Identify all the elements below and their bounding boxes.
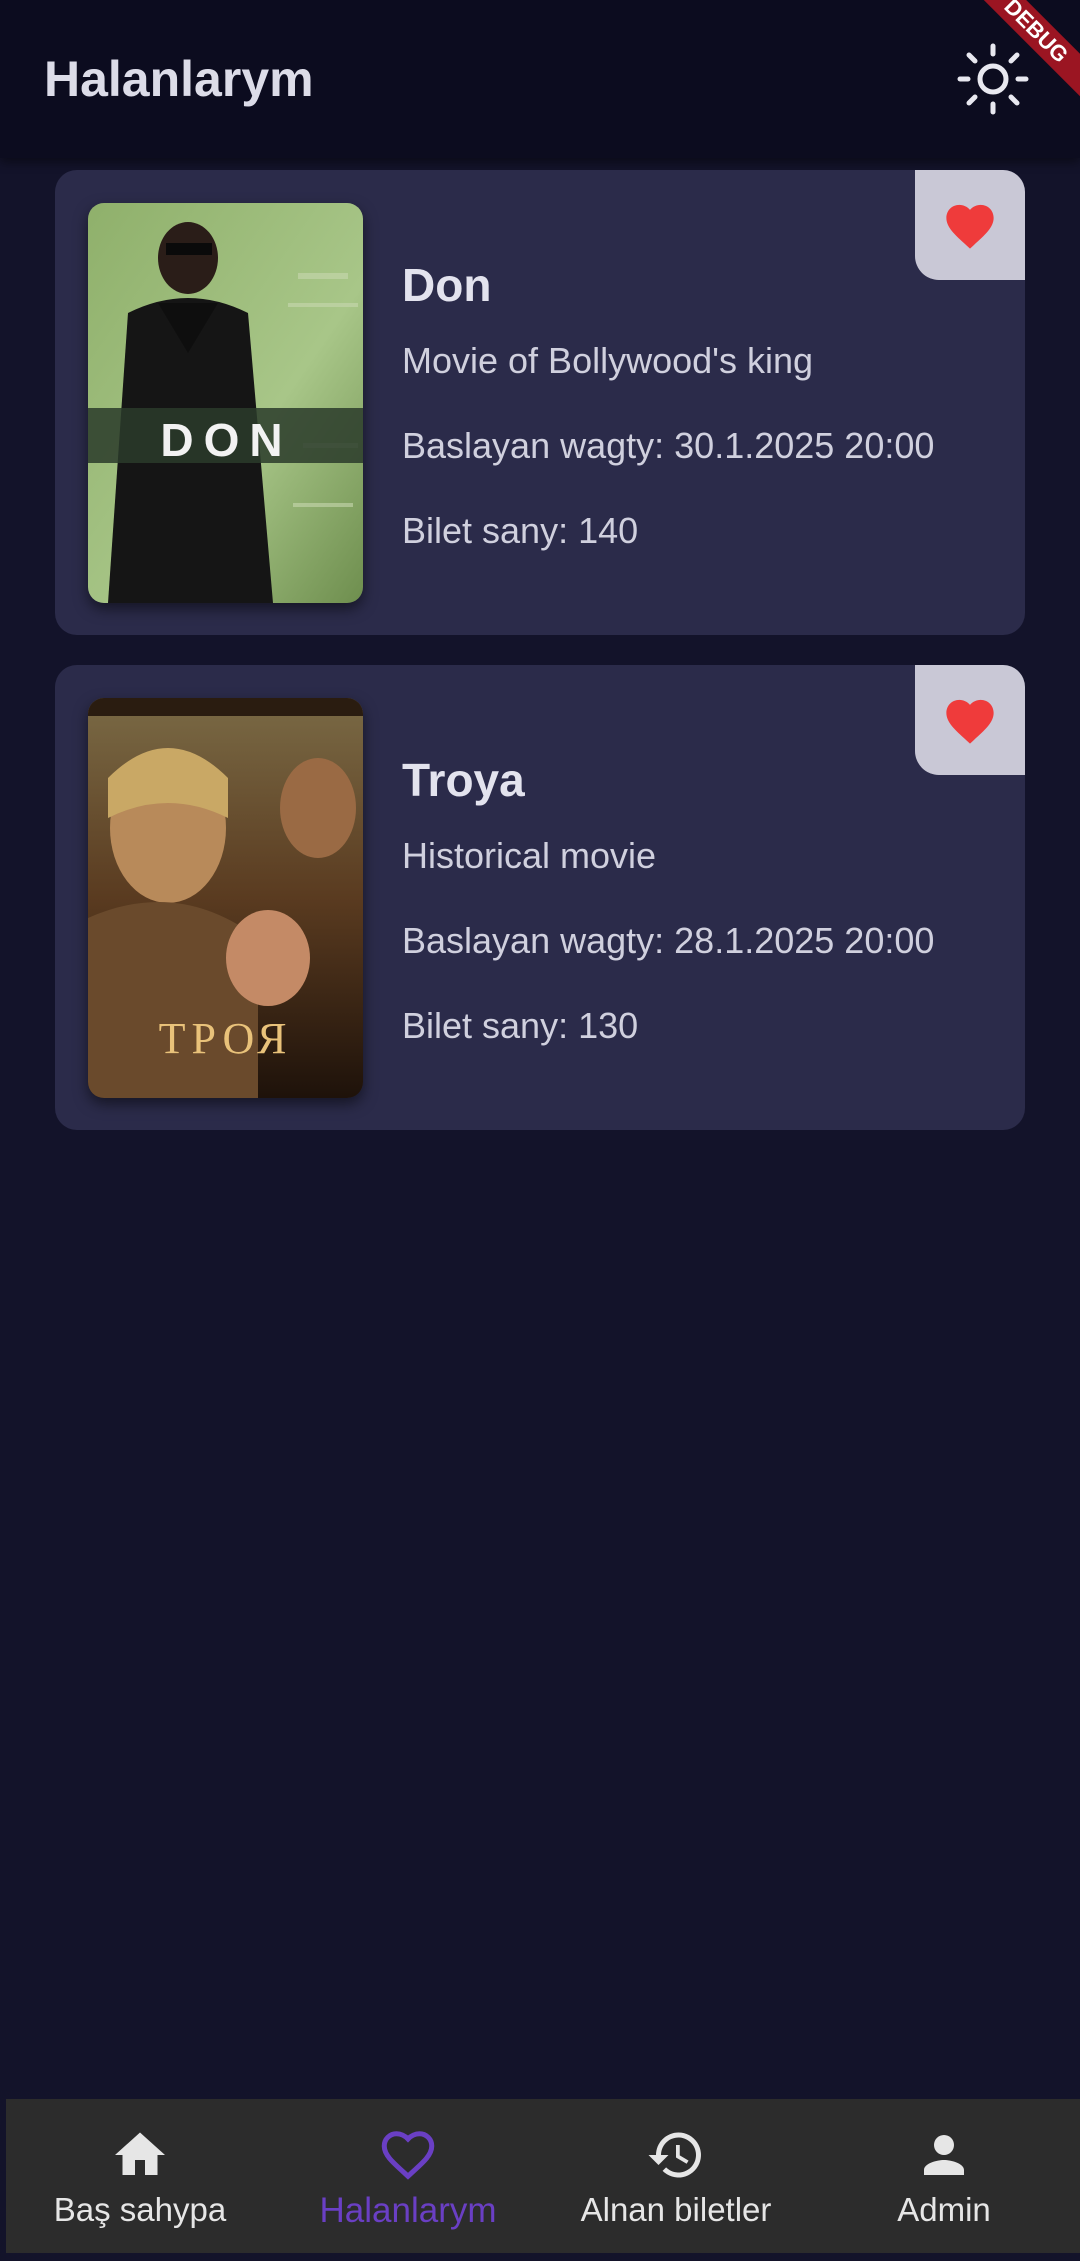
poster-title: DON — [160, 414, 293, 466]
bottom-navigation: Baş sahypa Halanlarym Alnan biletler Adm… — [6, 2099, 1080, 2253]
movie-card[interactable]: ТРОЯ Troya Historical movie Baslayan wag… — [55, 665, 1025, 1130]
movie-poster: DON — [88, 203, 363, 603]
home-icon — [115, 2132, 165, 2175]
movie-poster: ТРОЯ — [88, 698, 363, 1098]
movie-card[interactable]: DON Don Movie of Bollywood's king Baslay… — [55, 170, 1025, 635]
heart-icon — [946, 699, 994, 744]
sun-icon — [957, 43, 1029, 115]
page-title: Halanlarym — [44, 51, 314, 107]
movie-title: Troya — [402, 754, 525, 806]
heart-outline-icon — [381, 2131, 435, 2180]
app-bar: Halanlarym — [0, 0, 1080, 158]
history-icon — [648, 2132, 701, 2178]
person-icon — [924, 2135, 964, 2175]
movie-description: Movie of Bollywood's king — [402, 340, 814, 381]
favorite-button[interactable] — [915, 665, 1025, 775]
movie-start-time: Baslayan wagty: 28.1.2025 20:00 — [402, 920, 935, 961]
nav-item-tickets[interactable]: Alnan biletler — [542, 2099, 810, 2253]
movie-ticket-count: Bilet sany: 130 — [402, 1005, 639, 1046]
nav-item-admin[interactable]: Admin — [810, 2099, 1078, 2253]
nav-label: Alnan biletler — [580, 2191, 772, 2228]
movie-description: Historical movie — [402, 835, 657, 876]
movie-ticket-count: Bilet sany: 140 — [402, 510, 639, 551]
nav-label: Halanlarym — [319, 2191, 497, 2230]
nav-label: Baş sahypa — [53, 2191, 227, 2228]
movie-start-time: Baslayan wagty: 30.1.2025 20:00 — [402, 425, 935, 466]
nav-item-favorites[interactable]: Halanlarym — [274, 2099, 542, 2253]
heart-icon — [946, 204, 994, 249]
theme-toggle-button[interactable] — [956, 42, 1030, 116]
nav-item-home[interactable]: Baş sahypa — [6, 2099, 274, 2253]
movie-title: Don — [402, 259, 492, 311]
nav-label: Admin — [897, 2191, 991, 2228]
favorite-button[interactable] — [915, 170, 1025, 280]
poster-title: ТРОЯ — [158, 1014, 293, 1063]
